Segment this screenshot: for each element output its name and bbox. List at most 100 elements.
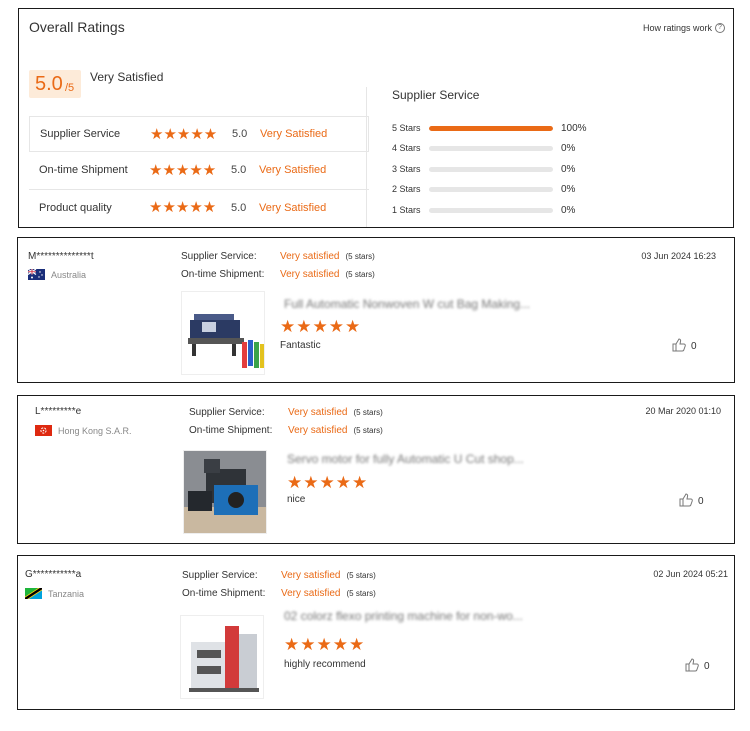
review-date: 02 Jun 2024 05:21	[653, 569, 728, 579]
meta-stars: (5 stars)	[353, 407, 383, 417]
product-thumbnail[interactable]	[183, 450, 267, 534]
reviewer-name: L*********e	[35, 406, 82, 417]
distribution-label: 1 Stars	[392, 205, 421, 215]
overall-score-out-of: /5	[65, 82, 75, 94]
meta-label: On-time Shipment:	[182, 587, 266, 599]
review-comment: Fantastic	[280, 340, 321, 351]
overall-score: 5.0	[35, 73, 63, 95]
supplier-service-rating: Supplier Service: Very satisfied (5 star…	[189, 403, 383, 421]
distribution-bar-fill	[429, 125, 553, 131]
like-count: 0	[704, 661, 710, 672]
distribution-row-2: 2 Stars 0%	[392, 182, 612, 196]
star-rating-icon: ★★★★★	[149, 161, 217, 179]
rating-row-on-time-shipment: On-time Shipment ★★★★★ 5.0 Very Satisfie…	[29, 152, 369, 188]
rating-value: 5.0	[232, 128, 248, 140]
rating-text: Very Satisfied	[259, 201, 327, 214]
distribution-percent: 0%	[561, 183, 576, 195]
distribution-row-1: 1 Stars 0%	[392, 203, 612, 217]
review-date: 20 Mar 2020 01:10	[645, 406, 721, 416]
shipment-rating: On-time Shipment: Very satisfied (5 star…	[189, 421, 383, 439]
product-title[interactable]: 02 colorz flexo printing machine for non…	[284, 609, 523, 623]
distribution-bar-track	[429, 207, 553, 213]
country-name: Tanzania	[48, 588, 85, 599]
meta-stars: (5 stars)	[353, 425, 383, 435]
meta-label: On-time Shipment:	[189, 424, 273, 436]
overall-ratings-title: Overall Ratings	[29, 19, 125, 35]
rating-value: 5.0	[231, 201, 247, 214]
thumbs-up-icon	[685, 658, 699, 675]
review-card: M**************t Australia Supplier Serv…	[17, 237, 735, 383]
overall-score-label: Very Satisfied	[90, 70, 164, 84]
like-button[interactable]: 0	[679, 493, 704, 510]
product-thumbnail[interactable]	[180, 615, 264, 699]
distribution-label: 3 Stars	[392, 164, 421, 174]
australia-flag-icon	[28, 269, 45, 280]
meta-label: Supplier Service:	[189, 406, 265, 418]
reviewer-name: G***********a	[25, 569, 82, 580]
like-count: 0	[698, 496, 704, 507]
star-rating-icon: ★★★★★	[149, 199, 217, 216]
review-ratings: Supplier Service: Very satisfied (5 star…	[181, 247, 375, 283]
meta-value: Very satisfied	[280, 268, 340, 280]
supplier-service-rating: Supplier Service: Very satisfied (5 star…	[181, 247, 375, 265]
like-button[interactable]: 0	[685, 658, 710, 675]
rating-row-supplier-service: Supplier Service ★★★★★ 5.0 Very Satisfie…	[29, 116, 369, 152]
meta-stars: (5 stars)	[346, 570, 376, 580]
meta-label: On-time Shipment:	[181, 268, 265, 280]
like-button[interactable]: 0	[672, 338, 697, 355]
review-star-rating: ★★★★★	[280, 317, 362, 336]
meta-value: Very satisfied	[288, 406, 348, 418]
distribution-bar-track	[429, 125, 553, 131]
reviewer-country: Australia	[28, 269, 86, 280]
distribution-percent: 0%	[561, 204, 576, 216]
how-ratings-work-link[interactable]: How ratings work ?	[643, 23, 725, 33]
thumbs-up-icon	[679, 493, 693, 510]
reviewer-country: Tanzania	[25, 588, 84, 599]
rating-value: 5.0	[231, 164, 247, 176]
distribution-bar-track	[429, 186, 553, 192]
meta-label: Supplier Service:	[182, 569, 258, 581]
review-ratings: Supplier Service: Very satisfied (5 star…	[189, 403, 383, 439]
thumbs-up-icon	[672, 338, 686, 355]
product-title[interactable]: Full Automatic Nonwoven W cut Bag Making…	[284, 297, 530, 311]
distribution-row-5: 5 Stars 100%	[392, 121, 612, 135]
how-ratings-work-label: How ratings work	[642, 23, 712, 33]
rating-category-label: Supplier Service	[40, 128, 121, 140]
meta-stars: (5 stars)	[345, 269, 375, 279]
like-count: 0	[691, 341, 697, 352]
distribution-percent: 100%	[561, 122, 587, 134]
shipment-rating: On-time Shipment: Very satisfied (5 star…	[182, 584, 376, 602]
distribution-label: 4 Stars	[392, 143, 421, 153]
divider	[366, 87, 367, 227]
meta-value: Very satisfied	[288, 424, 348, 436]
distribution-row-4: 4 Stars 0%	[392, 141, 612, 155]
meta-label: Supplier Service:	[181, 250, 257, 262]
review-card: L*********e Hong Kong S.A.R. Supplier Se…	[17, 395, 735, 544]
tanzania-flag-icon	[25, 588, 42, 599]
meta-stars: (5 stars)	[346, 588, 376, 598]
question-mark-icon: ?	[715, 23, 725, 33]
product-thumbnail[interactable]	[181, 291, 265, 375]
meta-value: Very satisfied	[280, 250, 340, 262]
review-star-rating: ★★★★★	[287, 473, 369, 492]
rating-text: Very Satisfied	[259, 164, 327, 176]
country-name: Hong Kong S.A.R.	[58, 425, 132, 436]
meta-stars: (5 stars)	[345, 251, 375, 261]
review-comment: nice	[287, 494, 306, 505]
reviewer-country: Hong Kong S.A.R.	[35, 425, 132, 436]
distribution-percent: 0%	[561, 142, 576, 154]
rating-category-label: Product quality	[39, 201, 112, 214]
distribution-bar-track	[429, 145, 553, 151]
review-date: 03 Jun 2024 16:23	[641, 251, 716, 261]
overall-ratings-panel: Overall Ratings How ratings work ? 5.0 /…	[18, 8, 734, 228]
distribution-title: Supplier Service	[392, 88, 480, 102]
meta-value: Very satisfied	[281, 569, 341, 581]
review-star-rating: ★★★★★	[284, 635, 366, 654]
supplier-service-rating: Supplier Service: Very satisfied (5 star…	[182, 566, 376, 584]
rating-row-product-quality: Product quality ★★★★★ 5.0 Very Satisfied	[29, 189, 369, 225]
product-title[interactable]: Servo motor for fully Automatic U Cut sh…	[287, 452, 524, 466]
distribution-percent: 0%	[561, 163, 576, 175]
rating-text: Very Satisfied	[260, 128, 328, 140]
distribution-row-3: 3 Stars 0%	[392, 162, 612, 176]
review-comment: highly recommend	[284, 659, 366, 670]
